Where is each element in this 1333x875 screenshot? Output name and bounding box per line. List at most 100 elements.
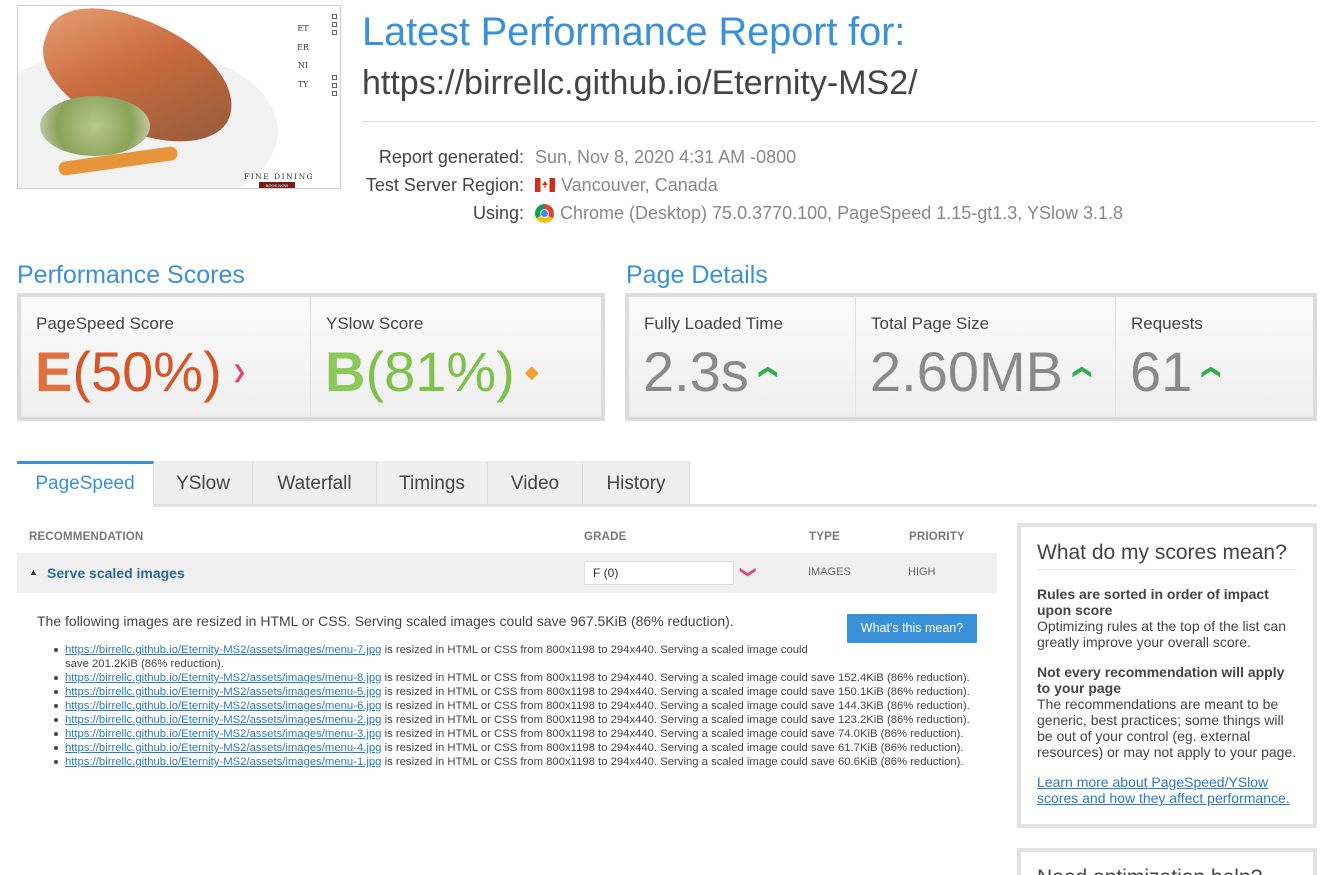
meta-row-region: Test Server Region: Vancouver, Canada (362, 171, 1123, 199)
tab-timings[interactable]: Timings (377, 461, 488, 504)
header-divider (362, 121, 1317, 122)
thumbnail-greens (40, 96, 150, 156)
tab-waterfall[interactable]: Waterfall (253, 461, 377, 504)
diamond-icon: ◆ (524, 362, 539, 382)
yslow-score-cell[interactable]: YSlow Score B (81%) ◆ (311, 297, 601, 417)
page-size-value-wrap: 2.60MB ❯ (870, 337, 1091, 407)
recommendation-type: IMAGES (808, 566, 851, 578)
list-item: https://birrellc.github.io/Eternity-MS2/… (54, 755, 975, 769)
list-item-text: is resized in HTML or CSS from 800x1198 … (381, 728, 964, 740)
image-link[interactable]: https://birrellc.github.io/Eternity-MS2/… (65, 700, 381, 712)
tab-pagespeed[interactable]: PageSpeed (17, 461, 154, 507)
help-text-recommendation: The recommendations are meant to be gene… (1037, 696, 1297, 760)
meta-region: Vancouver, Canada (535, 171, 718, 199)
resized-images-list: https://birrellc.github.io/Eternity-MS2/… (54, 643, 975, 769)
meta-using: Chrome (Desktop) 75.0.3770.100, PageSpee… (535, 199, 1123, 227)
col-grade[interactable]: GRADE (584, 531, 627, 543)
chevron-up-icon: ❯ (1199, 364, 1220, 380)
recommendation-priority: HIGH (908, 566, 936, 578)
report-title: Latest Performance Report for: (362, 10, 906, 54)
image-link[interactable]: https://birrellc.github.io/Eternity-MS2/… (65, 714, 381, 726)
fully-loaded-cell[interactable]: Fully Loaded Time 2.3s ❯ (629, 297, 856, 417)
report-tabs: PageSpeed YSlow Waterfall Timings Video … (17, 461, 1317, 507)
meta-using-value: Chrome (Desktop) 75.0.3770.100, PageSpee… (560, 203, 1124, 223)
requests-label: Requests (1131, 314, 1203, 333)
recommendation-row[interactable]: ▲ Serve scaled images F (0) ❯ IMAGES HIG… (17, 553, 997, 593)
chevron-down-icon: ❯ (231, 362, 247, 382)
help-text-sorted: Optimizing rules at the top of the list … (1037, 618, 1287, 650)
fully-loaded-value-wrap: 2.3s ❯ (643, 337, 777, 407)
performance-scores-box: PageSpeed Score E (50%) ❯ YSlow Score B (8… (17, 293, 605, 421)
pagespeed-percent: (50%) (72, 340, 222, 403)
grade-bar: F (0) (584, 561, 734, 585)
list-item: https://birrellc.github.io/Eternity-MS2/… (54, 685, 975, 699)
help-heading-recommendation: Not every recommendation will apply to y… (1037, 664, 1285, 696)
image-link[interactable]: https://birrellc.github.io/Eternity-MS2/… (65, 686, 381, 698)
col-type[interactable]: TYPE (809, 531, 840, 543)
pagespeed-score-value: E (50%) ❯ (35, 337, 247, 407)
image-link[interactable]: https://birrellc.github.io/Eternity-MS2/… (65, 742, 381, 754)
scores-help-title: What do my scores mean? (1037, 541, 1297, 570)
fully-loaded-value: 2.3s (643, 340, 749, 403)
meta-generated-label: Report generated: (378, 147, 524, 167)
image-link[interactable]: https://birrellc.github.io/Eternity-MS2/… (65, 672, 381, 684)
tab-video[interactable]: Video (488, 461, 583, 504)
yslow-grade: B (325, 340, 366, 403)
pagespeed-score-label: PageSpeed Score (36, 314, 174, 333)
yslow-percent: (81%) (365, 340, 515, 403)
page-size-cell[interactable]: Total Page Size 2.60MB ❯ (856, 297, 1116, 417)
image-link[interactable]: https://birrellc.github.io/Eternity-MS2/… (65, 644, 381, 656)
chevron-down-icon: ❯ (739, 565, 757, 579)
thumbnail-social-icons (332, 14, 338, 99)
page-size-label: Total Page Size (871, 314, 990, 333)
image-link[interactable]: https://birrellc.github.io/Eternity-MS2/… (65, 756, 381, 768)
thumbnail-book-button: BOOK NOW (259, 182, 295, 188)
fully-loaded-label: Fully Loaded Time (644, 314, 783, 333)
page-details-box: Fully Loaded Time 2.3s ❯ Total Page Size… (625, 293, 1317, 421)
report-url: https://birrellc.github.io/Eternity-MS2/ (362, 64, 918, 102)
meta-using-label: Using: (472, 203, 524, 223)
tab-yslow[interactable]: YSlow (154, 461, 253, 504)
image-link[interactable]: https://birrellc.github.io/Eternity-MS2/… (65, 728, 381, 740)
meta-row-using: Using: Chrome (Desktop) 75.0.3770.100, P… (362, 199, 1123, 227)
requests-cell[interactable]: Requests 61 ❯ (1116, 297, 1313, 417)
thumbnail-tagline: FINE DINING (244, 172, 315, 181)
page-details-title: Page Details (626, 261, 768, 289)
whats-this-mean-button[interactable]: What's this mean? (847, 614, 977, 643)
list-item: https://birrellc.github.io/Eternity-MS2/… (54, 643, 825, 671)
triangle-up-icon[interactable]: ▲ (29, 567, 38, 577)
list-item-text: is resized in HTML or CSS from 800x1198 … (381, 672, 970, 684)
recommendation-name[interactable]: Serve scaled images (47, 565, 185, 581)
list-item: https://birrellc.github.io/Eternity-MS2/… (54, 727, 975, 741)
thumbnail-brand-vertical: ETERNITY (297, 24, 309, 89)
meta-generated-value: Sun, Nov 8, 2020 4:31 AM -0800 (535, 147, 797, 167)
col-recommendation[interactable]: RECOMMENDATION (29, 531, 143, 543)
yslow-score-label: YSlow Score (326, 314, 424, 333)
meta-region-value: Vancouver, Canada (561, 175, 718, 195)
chevron-up-icon: ❯ (756, 364, 777, 380)
requests-value: 61 (1130, 340, 1193, 403)
meta-region-label: Test Server Region: (365, 175, 524, 195)
requests-value-wrap: 61 ❯ (1130, 337, 1220, 407)
canada-flag-icon (535, 178, 555, 192)
learn-more-link[interactable]: Learn more about PageSpeed/YSlow scores … (1037, 774, 1297, 806)
performance-scores-title: Performance Scores (17, 261, 245, 289)
list-item-text: is resized in HTML or CSS from 800x1198 … (381, 686, 970, 698)
optimization-help-title: Need optimization help? (1037, 866, 1297, 875)
recommendation-summary: The following images are resized in HTML… (37, 613, 734, 629)
list-item-text: is resized in HTML or CSS from 800x1198 … (381, 756, 964, 768)
list-item-text: is resized in HTML or CSS from 800x1198 … (381, 700, 970, 712)
list-item-text: is resized in HTML or CSS from 800x1198 … (381, 714, 970, 726)
pagespeed-grade: E (35, 340, 73, 403)
list-item: https://birrellc.github.io/Eternity-MS2/… (54, 713, 975, 727)
help-heading-sorted: Rules are sorted in order of impact upon… (1037, 586, 1269, 618)
yslow-score-value: B (81%) ◆ (325, 337, 539, 407)
chevron-up-icon: ❯ (1070, 364, 1091, 380)
page-size-value: 2.60MB (870, 340, 1063, 403)
tab-history[interactable]: History (583, 461, 690, 504)
col-priority[interactable]: PRIORITY (909, 531, 965, 543)
pagespeed-score-cell[interactable]: PageSpeed Score E (50%) ❯ (21, 297, 311, 417)
report-meta: Report generated: Sun, Nov 8, 2020 4:31 … (362, 143, 1123, 227)
scores-help-panel: What do my scores mean? Rules are sorted… (1017, 523, 1317, 828)
list-item: https://birrellc.github.io/Eternity-MS2/… (54, 741, 975, 755)
